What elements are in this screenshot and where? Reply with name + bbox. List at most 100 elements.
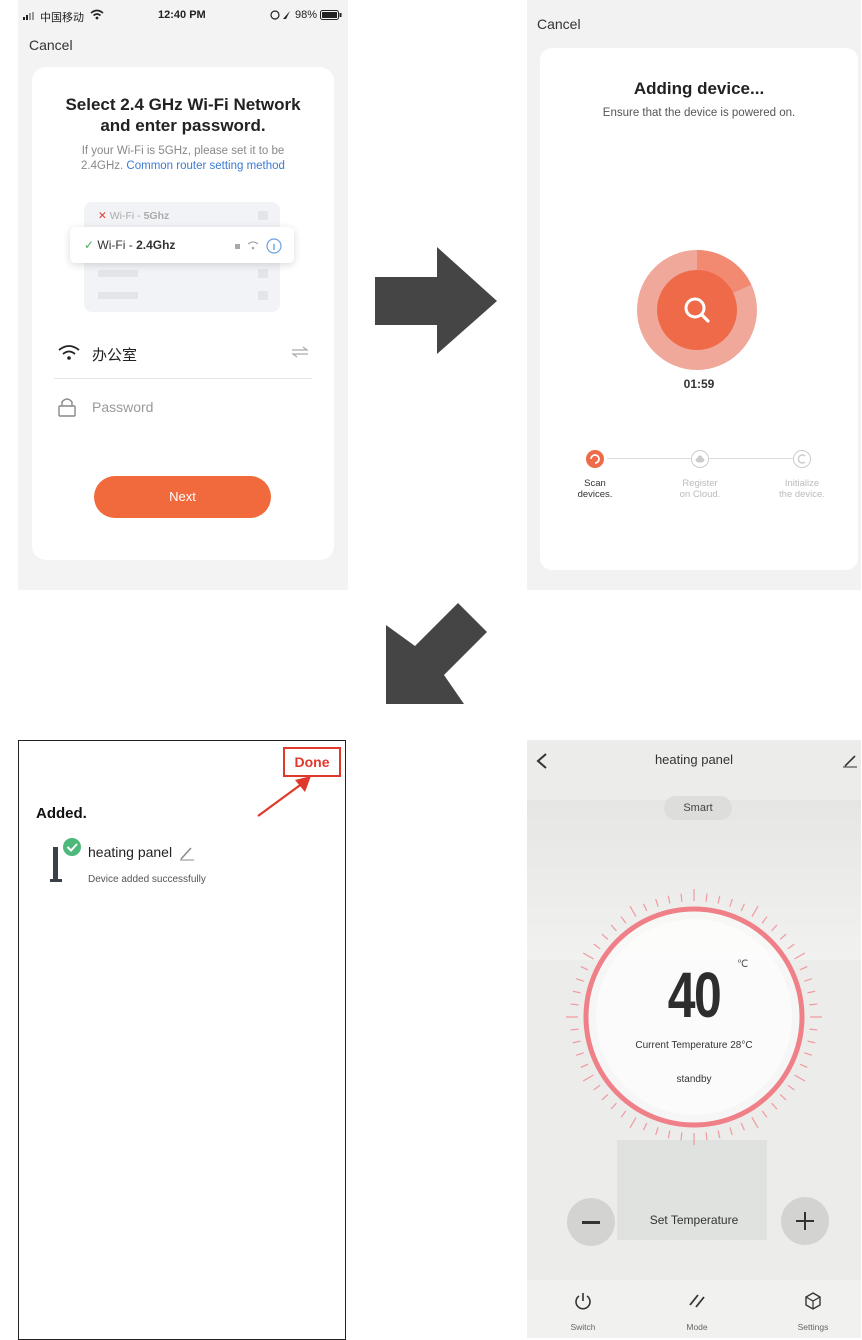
dial-tick [680,893,683,902]
wifi-24-row: ✓ Wi-Fi - 2.4Ghz [70,227,294,263]
dial-tick [667,1130,671,1139]
device-status: standby [676,1074,712,1085]
nav-settings[interactable]: Settings [783,1322,843,1332]
placeholder-square [258,211,268,220]
dial-tick [740,1122,745,1131]
dial-tick [771,924,778,932]
dial-tick [655,898,659,907]
dial-tick [740,903,745,912]
wifi-form-card: Select 2.4 GHz Wi-Fi Network and enter p… [32,67,334,560]
title-line-2: and enter password. [100,116,266,135]
dial-tick [593,1084,601,1091]
dial-tick [779,1094,787,1101]
nav-switch[interactable]: Switch [553,1322,613,1332]
scan-progress-ring [637,250,757,370]
dial-tick [761,916,768,924]
dial-tick [629,1117,637,1129]
status-bar: 中国移动 12:40 PM 98% [18,0,348,30]
step-label-scan: Scan devices. [560,478,630,500]
lock-icon [235,244,240,249]
nav-mode[interactable]: Mode [667,1322,727,1332]
switch-network-icon[interactable] [291,346,309,358]
placeholder-square [258,291,268,300]
initialize-step-icon [793,450,811,468]
location-icon [270,10,290,20]
wifi-24-prefix: Wi-Fi - [97,238,137,252]
heating-panel-control-screen: heating panel Smart 40 ℃ Current Tempera… [527,740,861,1338]
dial-tick [620,1110,627,1118]
wifi-5g-row: ✕ Wi-Fi - 5Ghz [98,210,169,222]
dial-tick [593,943,601,950]
countdown-timer: 01:59 [683,377,715,391]
device-added-screen: Done Added. heating panel Device added s… [18,740,346,1340]
arrow-right-icon [375,247,497,354]
dial-tick [779,933,787,940]
dial-tick [667,895,671,904]
lock-icon [58,398,76,417]
adding-device-screen: Cancel Adding device... Ensure that the … [527,0,861,590]
dial-tick [680,1132,683,1141]
wifi-hint: If your Wi-Fi is 5GHz, please set it to … [32,144,334,174]
placeholder-bar [98,270,138,277]
mode-pill[interactable]: Smart [664,796,732,820]
router-setting-link[interactable]: Common router setting method [126,160,285,172]
wifi-24-label: ✓ Wi-Fi - 2.4Ghz [84,238,175,252]
dial-tick [601,1094,609,1101]
cancel-button[interactable]: Cancel [537,16,581,32]
pointer-arrow-icon [257,776,311,817]
temperature-unit: ℃ [737,959,749,970]
status-time: 12:40 PM [158,9,206,21]
arrow-down-left-icon [386,603,487,704]
wifi-setup-screen: 中国移动 12:40 PM 98% Cancel Select 2.4 GHz … [18,0,348,590]
dial-tick [705,1132,708,1141]
edit-icon[interactable] [179,845,195,861]
step-scan-line1: Scan [584,478,606,489]
heater-device-icon [50,838,81,882]
current-temperature: Current Temperature 28°C [635,1040,753,1051]
power-icon[interactable] [574,1292,592,1310]
increase-button[interactable] [781,1197,829,1245]
ssid-field[interactable]: 办公室 [92,344,137,365]
placeholder-bar [98,292,138,299]
page-title: Adding device... [633,79,765,98]
step-register-line1: Register [682,478,718,489]
battery-percent: 98% [295,9,318,21]
wifi-5g-band: 5Ghz [143,210,170,222]
scan-step-icon [586,450,604,468]
dial-tick [787,1084,795,1091]
dial-tick [620,916,627,924]
title-line-1: Select 2.4 GHz Wi-Fi Network [65,95,301,114]
device-title: heating panel [654,752,734,767]
dial-tick [729,1127,733,1136]
wifi-status-icon [90,9,104,20]
dial-tick [629,905,637,917]
dial-tick [610,1102,617,1110]
settings-icon[interactable] [804,1292,822,1310]
hint-line-1: If your Wi-Fi is 5GHz, please set it to … [81,145,285,157]
placeholder-square [258,269,268,278]
step-register-line2: on Cloud. [679,489,721,500]
dial-tick [575,1052,584,1056]
bottom-nav: Switch Mode Settings [527,1280,861,1338]
added-title: Added. [36,805,87,822]
dial-tick [787,943,795,950]
mode-icon[interactable] [688,1293,706,1309]
dial-tick [751,905,759,917]
dial-tick [799,1063,808,1068]
dial-tick [705,893,708,902]
set-temperature-value: 40 [667,959,722,1031]
battery-icon [320,10,342,20]
next-button[interactable]: Next [94,476,271,518]
step-scan-line2: devices. [577,489,613,500]
password-input[interactable]: Password [92,399,153,415]
dial-tick [771,1102,778,1110]
edit-icon[interactable] [843,754,857,768]
page-title: Select 2.4 GHz Wi-Fi Network and enter p… [32,94,334,136]
dial-tick [717,895,721,904]
cancel-button[interactable]: Cancel [29,37,73,53]
adding-device-card: Adding device... Ensure that the device … [540,48,858,570]
dial-tick [761,1110,768,1118]
dial-tick [717,1130,721,1139]
step-init-line1: Initialize [784,478,820,489]
dial-tick [655,1127,659,1136]
